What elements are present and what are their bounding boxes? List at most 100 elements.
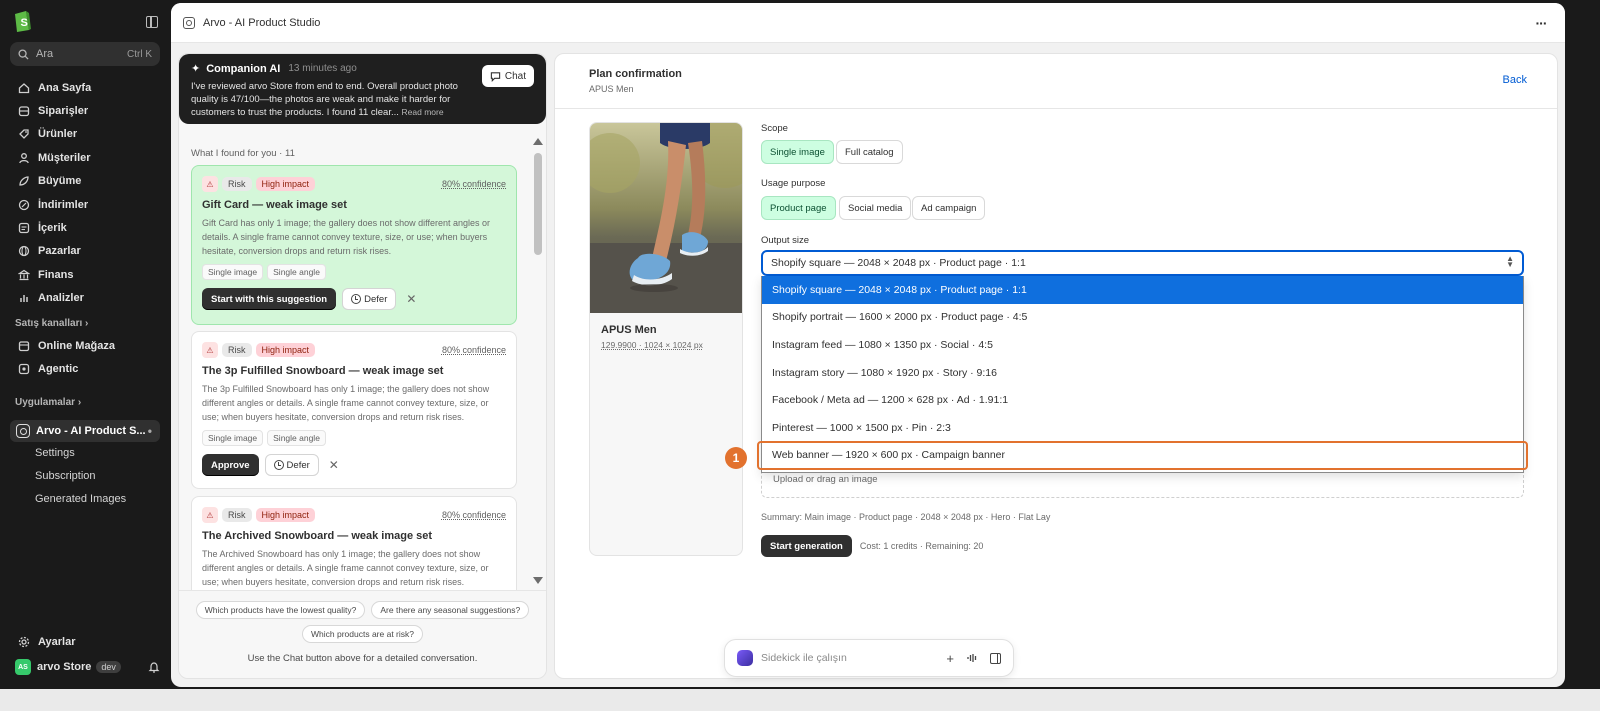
nav-item-content[interactable]: İçerik — [10, 216, 160, 239]
nav-label: Siparişler — [38, 105, 89, 118]
chip: Single image — [202, 264, 264, 280]
product-name: APUS Men — [601, 324, 657, 336]
nav-item-finance[interactable]: Finans — [10, 263, 160, 286]
settings-label: Ayarlar — [38, 636, 76, 648]
nav-item-growth[interactable]: Büyüme — [10, 170, 160, 193]
usage-option-product-page[interactable]: Product page — [761, 196, 836, 220]
plus-icon[interactable]: + — [946, 651, 954, 666]
suggestion-card[interactable]: ⚠ Risk High impact 80% confidence The 3p… — [191, 331, 517, 489]
nav-item-home[interactable]: Ana Sayfa — [10, 76, 160, 99]
output-size-value: Shopify square — 2048 × 2048 px · Produc… — [771, 257, 1026, 269]
read-more-link[interactable]: Read more — [402, 107, 444, 117]
app-topbar: Arvo - AI Product Studio ··· — [171, 3, 1565, 43]
suggestions-scrollbar[interactable] — [533, 138, 543, 584]
suggestion-pill[interactable]: Which products are at risk? — [302, 625, 423, 643]
discounts-icon — [18, 199, 30, 211]
start-generation-button[interactable]: Start generation — [761, 535, 852, 557]
online-store-icon — [18, 340, 30, 352]
sidekick-bar[interactable]: Sidekick ile çalışın + — [724, 639, 1014, 677]
back-link[interactable]: Back — [1503, 74, 1527, 86]
usage-option-ad[interactable]: Ad campaign — [912, 196, 986, 220]
nav-item-online-store[interactable]: Online Mağaza — [10, 334, 160, 357]
dismiss-icon[interactable]: ✕ — [329, 458, 339, 472]
sidekick-avatar-icon — [737, 650, 753, 666]
app-label: Arvo - AI Product S... — [36, 425, 146, 437]
side-panel-icon[interactable] — [990, 652, 1001, 664]
scroll-thumb[interactable] — [534, 153, 542, 255]
nav-item-customers[interactable]: Müşteriler — [10, 146, 160, 169]
dropdown-option[interactable]: Facebook / Meta ad — 1200 × 628 px · Ad … — [762, 386, 1523, 414]
search-placeholder: Ara — [36, 48, 54, 60]
pin-dot-icon[interactable]: • — [148, 424, 152, 438]
dropdown-option[interactable]: Instagram feed — 1080 × 1350 px · Social… — [762, 331, 1523, 359]
plan-header: Plan confirmation APUS Men Back — [555, 54, 1557, 109]
search-input[interactable]: Ara Ctrl K — [10, 42, 160, 66]
nav-label: Büyüme — [38, 175, 82, 188]
store-switcher[interactable]: AS arvo Store dev — [15, 659, 160, 675]
home-icon — [18, 82, 30, 94]
nav-item-orders[interactable]: Siparişler — [10, 99, 160, 122]
nav-item-agentic[interactable]: Agentic — [10, 357, 160, 380]
usage-option-social[interactable]: Social media — [839, 196, 912, 220]
start-suggestion-button[interactable]: Start with this suggestion — [202, 288, 337, 310]
sidebar-toggle-icon[interactable] — [146, 16, 158, 28]
suggestion-pill[interactable]: Are there any seasonal suggestions? — [371, 601, 530, 619]
companion-header: ✦ Companion AI 13 minutes ago I've revie… — [179, 54, 546, 124]
nav-label: İndirimler — [38, 198, 89, 211]
bell-icon[interactable] — [148, 661, 160, 673]
chip: Single image — [202, 430, 264, 446]
usage-label: Usage purpose — [761, 178, 826, 189]
dropdown-option[interactable]: Shopify square — 2048 × 2048 px · Produc… — [762, 276, 1523, 304]
scroll-up-arrow-icon[interactable] — [533, 138, 543, 145]
confidence-label: 80% confidence — [441, 345, 506, 355]
nav-label: İçerik — [38, 222, 67, 235]
nav-label: Online Mağaza — [38, 339, 116, 352]
confidence-label: 80% confidence — [441, 510, 506, 520]
found-label: What I found for you · 11 — [191, 148, 295, 159]
dropdown-option[interactable]: Instagram story — 1080 × 1920 px · Story… — [762, 359, 1523, 387]
nav-item-products[interactable]: Ürünler — [10, 123, 160, 146]
dropdown-option[interactable]: Shopify portrait — 1600 × 2000 px · Prod… — [762, 304, 1523, 332]
nav-label: Pazarlar — [38, 245, 81, 258]
companion-time: 13 minutes ago — [288, 63, 357, 74]
nav-label: Ürünler — [38, 128, 78, 141]
output-size-select[interactable]: Shopify square — 2048 × 2048 px · Produc… — [761, 250, 1524, 276]
sales-channels-nav: Online Mağaza Agentic — [10, 334, 160, 381]
impact-tag: High impact — [255, 343, 316, 357]
sales-channels-heading[interactable]: Satış kanalları › — [15, 318, 88, 329]
defer-button[interactable]: Defer — [342, 288, 397, 310]
nav-item-settings[interactable]: Ayarlar — [18, 636, 76, 648]
runner-photo — [590, 123, 742, 313]
voice-icon[interactable] — [966, 652, 978, 664]
card-body: The 3p Fulfilled Snowboard has only 1 im… — [202, 384, 490, 422]
approve-button[interactable]: Approve — [202, 454, 259, 476]
shopify-logo-icon[interactable]: S — [12, 9, 32, 33]
defer-button[interactable]: Defer — [264, 454, 319, 476]
scroll-down-arrow-icon[interactable] — [533, 577, 543, 584]
nav-item-markets[interactable]: Pazarlar — [10, 240, 160, 263]
dropdown-option[interactable]: Pinterest — 1000 × 1500 px · Pin · 2:3 — [762, 414, 1523, 442]
suggestion-pill[interactable]: Which products have the lowest quality? — [195, 601, 366, 619]
nav-sub-settings[interactable]: Settings — [35, 447, 75, 459]
dropdown-option-web-banner[interactable]: Web banner — 1920 × 600 px · Campaign ba… — [757, 440, 1528, 471]
admin-sidebar: S Ara Ctrl K Ana Sayfa Siparişler Ürünle… — [0, 0, 170, 711]
nav-sub-generated-images[interactable]: Generated Images — [35, 493, 126, 505]
nav-item-analytics[interactable]: Analizler — [10, 287, 160, 310]
scope-option-single[interactable]: Single image — [761, 140, 834, 164]
nav-item-arvo-app[interactable]: Arvo - AI Product S... • — [10, 420, 160, 442]
svg-text:S: S — [21, 17, 28, 29]
nav-item-discounts[interactable]: İndirimler — [10, 193, 160, 216]
more-actions-icon[interactable]: ··· — [1529, 11, 1553, 35]
nav-sub-subscription[interactable]: Subscription — [35, 470, 96, 482]
scope-option-full[interactable]: Full catalog — [836, 140, 903, 164]
agentic-icon — [18, 363, 30, 375]
apps-heading[interactable]: Uygulamalar › — [15, 397, 81, 408]
product-image — [590, 123, 742, 313]
dismiss-icon[interactable]: ✕ — [406, 292, 416, 306]
suggestion-card[interactable]: ⚠ Risk High impact 80% confidence Gift C… — [191, 165, 517, 325]
card-chips: Single image Single angle — [202, 264, 506, 280]
bottom-strip — [0, 689, 1600, 711]
card-tags: ⚠ Risk High impact 80% confidence — [202, 507, 506, 523]
risk-tag: Risk — [222, 343, 252, 357]
chat-button[interactable]: Chat — [481, 65, 534, 87]
